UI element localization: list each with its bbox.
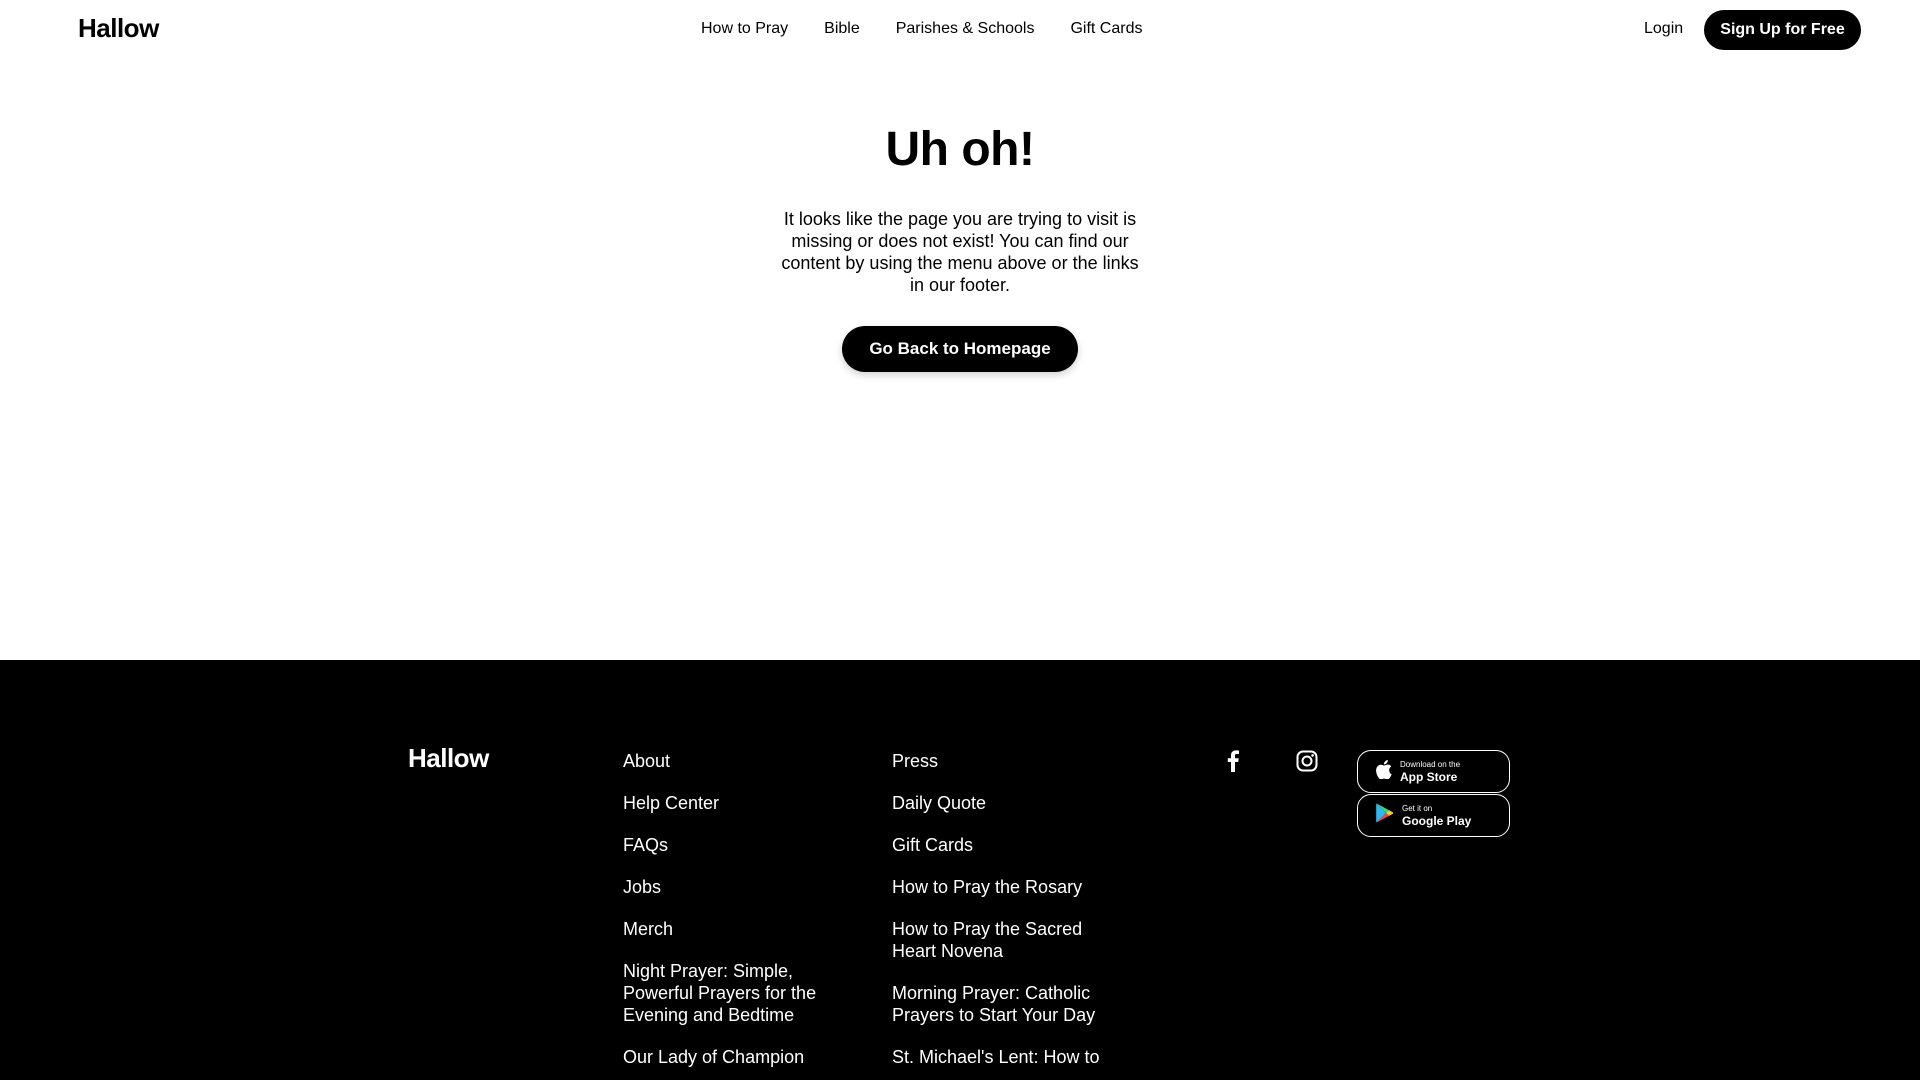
nav-parishes-schools[interactable]: Parishes & Schools — [896, 20, 1035, 38]
site-footer: Hallow About Help Center FAQs Jobs Merch… — [0, 660, 1920, 1080]
error-content: Uh oh! It looks like the page you are tr… — [0, 60, 1920, 660]
footer-link-rosary[interactable]: How to Pray the Rosary — [892, 876, 1122, 898]
apple-icon — [1376, 759, 1392, 784]
footer-link-our-lady-of-champion[interactable]: Our Lady of Champion — [623, 1046, 853, 1068]
instagram-icon[interactable] — [1296, 750, 1318, 772]
nav-gift-cards[interactable]: Gift Cards — [1070, 20, 1142, 38]
footer-link-help-center[interactable]: Help Center — [623, 792, 853, 814]
error-message: It looks like the page you are trying to… — [781, 209, 1139, 295]
page-title: Uh oh! — [885, 123, 1035, 176]
login-link[interactable]: Login — [1644, 20, 1683, 38]
site-header: Hallow How to Pray Bible Parishes & Scho… — [0, 0, 1920, 60]
footer-link-faqs[interactable]: FAQs — [623, 834, 853, 856]
signup-button[interactable]: Sign Up for Free — [1704, 10, 1861, 50]
footer-link-st-michaels-lent[interactable]: St. Michael's Lent: How to — [892, 1046, 1122, 1068]
footer-link-sacred-heart[interactable]: How to Pray the Sacred Heart Novena — [892, 918, 1122, 962]
go-home-button[interactable]: Go Back to Homepage — [842, 326, 1078, 372]
footer-link-gift-cards[interactable]: Gift Cards — [892, 834, 1122, 856]
main-nav: How to Pray Bible Parishes & Schools Gif… — [701, 20, 1142, 38]
hallow-logo[interactable]: Hallow — [78, 13, 159, 44]
google-play-small-text: Get it on — [1402, 803, 1433, 813]
footer-link-press[interactable]: Press — [892, 750, 1122, 772]
facebook-icon[interactable] — [1227, 750, 1239, 772]
footer-link-merch[interactable]: Merch — [623, 918, 853, 940]
footer-link-night-prayer[interactable]: Night Prayer: Simple, Powerful Prayers f… — [623, 960, 853, 1026]
footer-link-jobs[interactable]: Jobs — [623, 876, 853, 898]
footer-column-1: About Help Center FAQs Jobs Merch Night … — [623, 750, 853, 1080]
nav-bible[interactable]: Bible — [824, 20, 860, 38]
footer-logo[interactable]: Hallow — [408, 743, 489, 774]
footer-link-daily-quote[interactable]: Daily Quote — [892, 792, 1122, 814]
footer-link-morning-prayer[interactable]: Morning Prayer: Catholic Prayers to Star… — [892, 982, 1122, 1026]
google-play-icon — [1376, 803, 1394, 828]
app-store-badge[interactable]: Download on the App Store — [1357, 750, 1510, 793]
google-play-badge[interactable]: Get it on Google Play — [1357, 794, 1510, 837]
app-store-big-text: App Store — [1400, 769, 1458, 784]
nav-how-to-pray[interactable]: How to Pray — [701, 20, 788, 38]
google-play-big-text: Google Play — [1402, 813, 1472, 828]
footer-link-about[interactable]: About — [623, 750, 853, 772]
footer-column-2: Press Daily Quote Gift Cards How to Pray… — [892, 750, 1122, 1080]
app-store-small-text: Download on the — [1400, 759, 1461, 769]
